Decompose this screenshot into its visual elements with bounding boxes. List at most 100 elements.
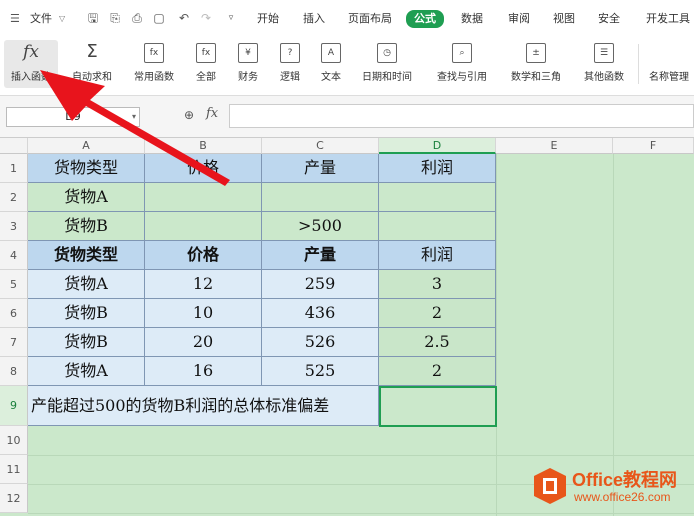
name-box[interactable]: D9 ▾ (6, 107, 140, 127)
redo-icon[interactable]: ↷ (199, 11, 213, 25)
cell-b5[interactable]: 12 (145, 270, 262, 299)
office-logo-icon (534, 468, 566, 504)
cell-c4[interactable]: 产量 (262, 241, 379, 270)
tab-formula[interactable]: 公式 (406, 10, 444, 28)
all-functions-button[interactable]: fx 全部 (188, 40, 224, 88)
row-header-3[interactable]: 3 (0, 212, 28, 241)
autosum-button[interactable]: Σ 自动求和 (64, 40, 120, 88)
format-painter-icon[interactable]: ⎘ (108, 11, 122, 25)
cell-c8[interactable]: 525 (262, 357, 379, 386)
row-header-12[interactable]: 12 (0, 484, 28, 513)
cell-c7[interactable]: 526 (262, 328, 379, 357)
row-header-11[interactable]: 11 (0, 455, 28, 484)
customize-icon[interactable]: ▿ (224, 11, 238, 25)
text-a-icon: A (321, 43, 341, 63)
column-header-e[interactable]: E (496, 138, 613, 154)
cell-c5[interactable]: 259 (262, 270, 379, 299)
fx-label[interactable]: fx (206, 106, 218, 121)
yen-icon: ¥ (238, 43, 258, 63)
more-functions-button[interactable]: ☰ 其他函数 (576, 40, 632, 88)
date-time-button[interactable]: ◷ 日期和时间 (355, 40, 419, 88)
cell-c6[interactable]: 436 (262, 299, 379, 328)
cell-a1[interactable]: 货物类型 (28, 154, 145, 183)
cell-c1[interactable]: 产量 (262, 154, 379, 183)
zoom-icon[interactable]: ⊕ (184, 108, 194, 122)
chevron-down-icon[interactable]: ▽ (59, 11, 65, 27)
tab-review[interactable]: 审阅 (508, 11, 530, 27)
cell-b8[interactable]: 16 (145, 357, 262, 386)
tab-security[interactable]: 安全 (598, 11, 620, 27)
column-header-d[interactable]: D (379, 138, 496, 154)
cell-b4[interactable]: 价格 (145, 241, 262, 270)
question-icon: ? (280, 43, 300, 63)
common-functions-button[interactable]: fx 常用函数 (126, 40, 182, 88)
tab-page-layout[interactable]: 页面布局 (348, 11, 392, 27)
row-header-10[interactable]: 10 (0, 426, 28, 455)
row-header-7[interactable]: 7 (0, 328, 28, 357)
ribbon-divider (638, 44, 639, 84)
tab-developer[interactable]: 开发工具 (646, 11, 690, 27)
row-header-8[interactable]: 8 (0, 357, 28, 386)
cell-b7[interactable]: 20 (145, 328, 262, 357)
cell-d7[interactable]: 2.5 (379, 328, 496, 357)
cell-d2[interactable] (379, 183, 496, 212)
row-header-1[interactable]: 1 (0, 154, 28, 183)
text-button[interactable]: A 文本 (313, 40, 349, 88)
tab-home[interactable]: 开始 (257, 11, 279, 27)
tab-view[interactable]: 视图 (553, 11, 575, 27)
function-icon: fx (196, 43, 216, 63)
math-trig-button[interactable]: ± 数学和三角 (502, 40, 570, 88)
cell-a6[interactable]: 货物B (28, 299, 145, 328)
cell-d8[interactable]: 2 (379, 357, 496, 386)
hamburger-icon[interactable]: ☰ (10, 11, 20, 27)
row-header-9[interactable]: 9 (0, 386, 28, 426)
cell-c3[interactable]: >500 (262, 212, 379, 241)
row-header-6[interactable]: 6 (0, 299, 28, 328)
menu-bar: ☰ 文件 ▽ 🖫 ⎘ ⎙ ▢ ↶ ↷ ▿ 开始 插入 页面布局 公式 数据 审阅… (0, 0, 694, 38)
row-header-2[interactable]: 2 (0, 183, 28, 212)
undo-icon[interactable]: ↶ (177, 11, 191, 25)
cell-a9-question[interactable]: 产能超过500的货物B利润的总体标准偏差 (28, 386, 379, 426)
cell-b3[interactable] (145, 212, 262, 241)
cell-a3[interactable]: 货物B (28, 212, 145, 241)
row-header-4[interactable]: 4 (0, 241, 28, 270)
name-manager-button[interactable]: 名称管理 (645, 40, 694, 88)
column-header-a[interactable]: A (28, 138, 145, 154)
cell-a8[interactable]: 货物A (28, 357, 145, 386)
column-header-b[interactable]: B (145, 138, 262, 154)
formula-input[interactable] (229, 104, 694, 128)
formula-bar: D9 ▾ ⊕ fx (0, 96, 694, 138)
cell-a4[interactable]: 货物类型 (28, 241, 145, 270)
cell-a7[interactable]: 货物B (28, 328, 145, 357)
cell-b1[interactable]: 价格 (145, 154, 262, 183)
cell-d3[interactable] (379, 212, 496, 241)
insert-function-button[interactable]: fx 插入函数 (4, 40, 58, 88)
watermark-brand: Office教程网 (572, 470, 678, 490)
cell-d4[interactable]: 利润 (379, 241, 496, 270)
grid-line (613, 154, 614, 516)
tab-data[interactable]: 数据 (461, 11, 483, 27)
cell-d5[interactable]: 3 (379, 270, 496, 299)
cell-d6[interactable]: 2 (379, 299, 496, 328)
cell-a2[interactable]: 货物A (28, 183, 145, 212)
print-preview-icon[interactable]: ▢ (152, 11, 166, 25)
save-icon[interactable]: 🖫 (86, 11, 100, 25)
print-icon[interactable]: ⎙ (130, 11, 144, 25)
cell-d1[interactable]: 利润 (379, 154, 496, 183)
financial-button[interactable]: ¥ 财务 (230, 40, 266, 88)
name-box-value: D9 (65, 110, 81, 123)
cell-a5[interactable]: 货物A (28, 270, 145, 299)
column-header-c[interactable]: C (262, 138, 379, 154)
row-header-5[interactable]: 5 (0, 270, 28, 299)
corner-select-all[interactable] (0, 138, 28, 154)
lookup-button[interactable]: ⌕ 查找与引用 (428, 40, 496, 88)
column-header-f[interactable]: F (613, 138, 694, 154)
cell-b6[interactable]: 10 (145, 299, 262, 328)
tab-insert[interactable]: 插入 (303, 11, 325, 27)
file-menu[interactable]: 文件 (30, 11, 52, 27)
logical-button[interactable]: ? 逻辑 (272, 40, 308, 88)
chevron-down-icon[interactable]: ▾ (132, 108, 136, 126)
ribbon: fx 插入函数 Σ 自动求和 fx 常用函数 fx 全部 ¥ 财务 ? 逻辑 A… (0, 38, 694, 96)
cell-c2[interactable] (262, 183, 379, 212)
cell-b2[interactable] (145, 183, 262, 212)
